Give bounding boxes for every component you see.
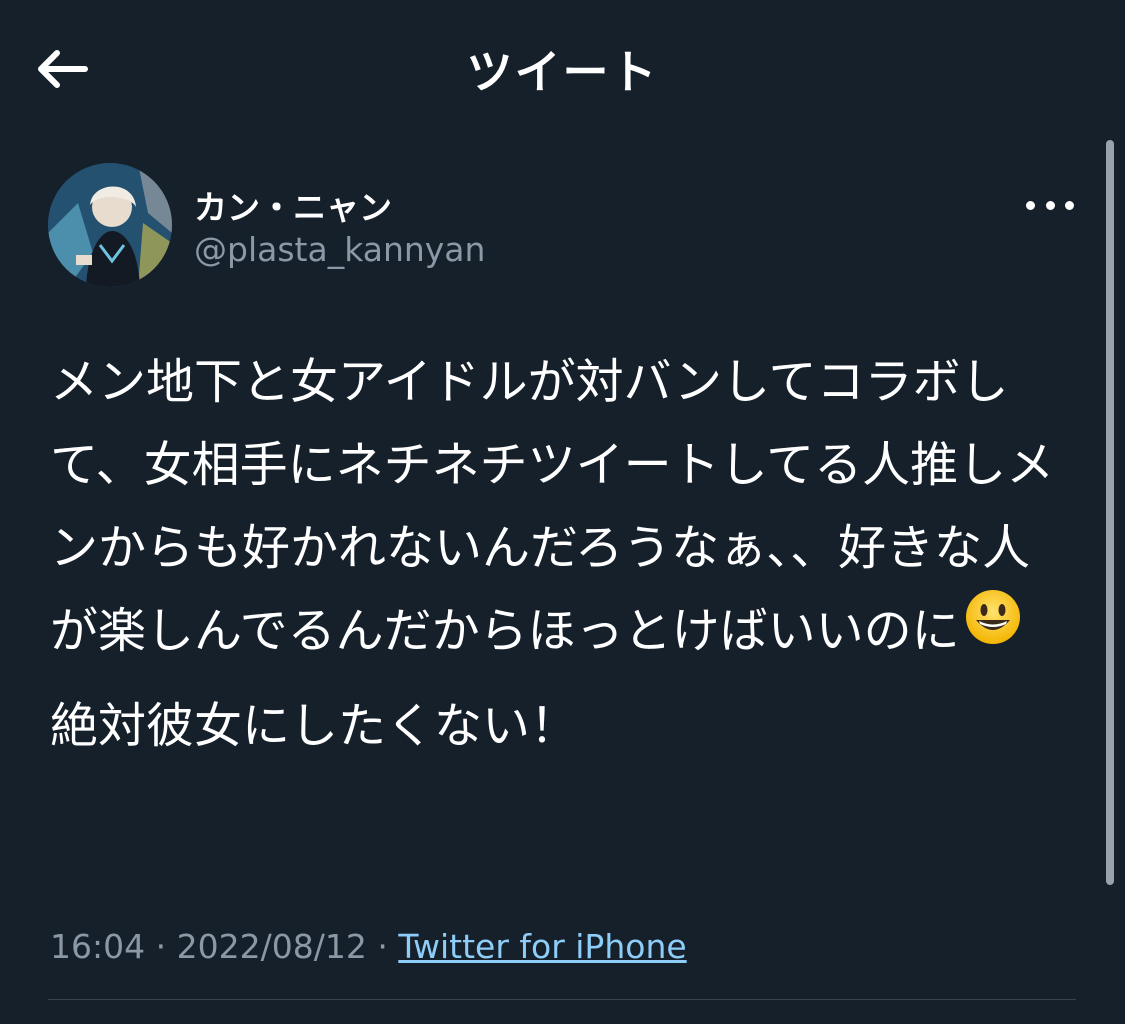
- page-title: ツイート: [466, 45, 659, 99]
- more-button[interactable]: [1022, 187, 1078, 223]
- more-horizontal-icon: [1026, 200, 1074, 210]
- tweet-time: 16:04: [50, 927, 146, 966]
- tweet-detail: カン・ニャン @plasta_kannyan メン地下と女アイドルが対バンしてコ…: [0, 135, 1125, 1024]
- meta-separator: ·: [155, 927, 167, 966]
- tweet-date: 2022/08/12: [176, 927, 367, 966]
- tweet-text: メン地下と女アイドルが対バンしてコラボして、女相手にネチネチツイートしてる人推し…: [50, 341, 1075, 768]
- tweet-metadata: 16:04 · 2022/08/12 · Twitter for iPhone: [50, 927, 687, 966]
- user-handle[interactable]: @plasta_kannyan: [194, 230, 485, 269]
- display-name[interactable]: カン・ニャン: [194, 181, 392, 229]
- tweet-paragraph-text: メン地下と女アイドルが対バンしてコラボして、女相手にネチネチツイートしてる人推し…: [50, 354, 1055, 659]
- top-bar: ツイート: [0, 0, 1125, 135]
- grinning-face-emoji: [964, 588, 1022, 672]
- tweet-paragraph: メン地下と女アイドルが対バンしてコラボして、女相手にネチネチツイートしてる人推し…: [50, 341, 1075, 676]
- scrollbar[interactable]: [1106, 140, 1114, 885]
- tweet-source-link[interactable]: Twitter for iPhone: [398, 927, 686, 966]
- avatar[interactable]: [48, 163, 172, 287]
- divider: [48, 999, 1076, 1000]
- meta-separator: ·: [377, 927, 388, 966]
- tweet-paragraph: 絶対彼女にしたくない！: [50, 698, 579, 754]
- avatar-photo: [48, 163, 172, 287]
